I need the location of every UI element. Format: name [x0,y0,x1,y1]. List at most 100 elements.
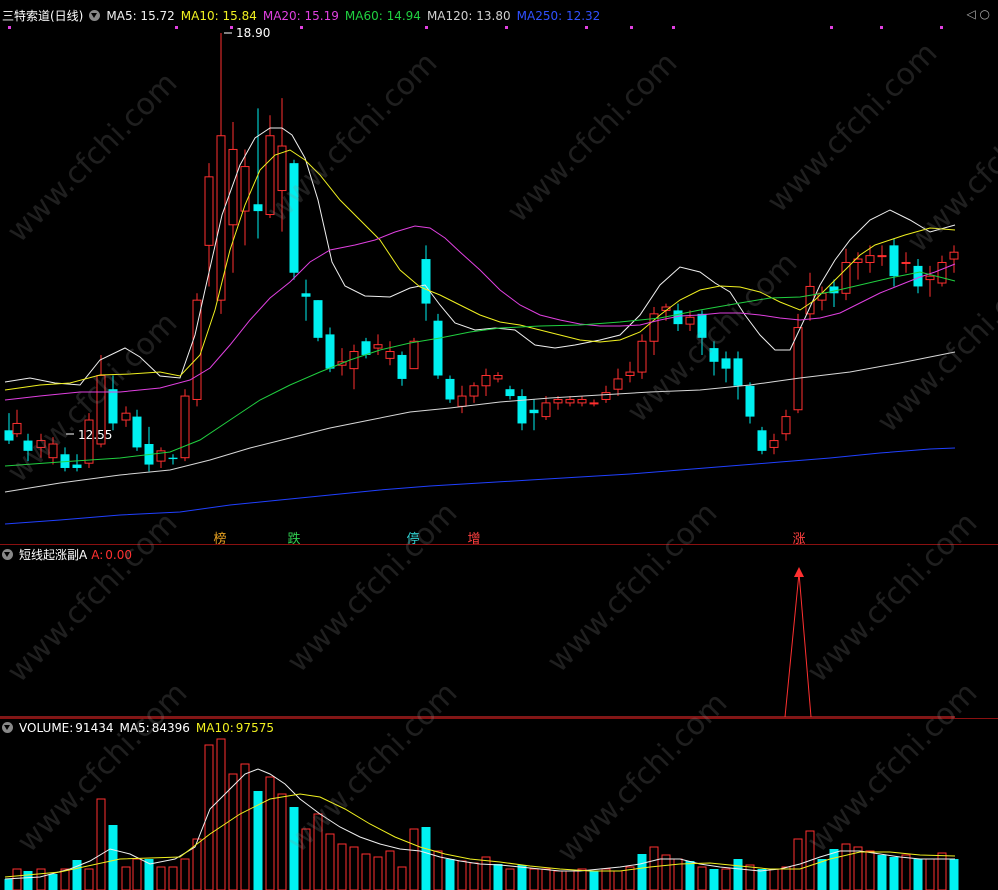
marker-dot [425,26,428,29]
volume-bar [481,856,491,890]
volume-bar [48,874,58,890]
candle [325,327,335,373]
volume-bar [12,868,22,890]
candle [865,245,875,273]
candle [481,368,491,397]
volume-bar [865,850,875,890]
volume-bar [781,866,791,890]
volume-bar [121,866,131,890]
candle [4,413,14,444]
candle [301,279,311,321]
candle [433,313,443,379]
candle [121,406,131,427]
candle [949,245,959,273]
volume-bar [505,868,515,890]
candle [733,351,743,400]
volume-bar [397,866,407,890]
candle [493,372,503,383]
candle [385,341,395,366]
marker-dot [8,26,11,29]
candle [565,396,575,407]
volume-bar [493,864,503,890]
candle [421,245,431,321]
marker-dot [672,26,675,29]
volume-bar [913,859,923,890]
candle [925,265,935,297]
candle [72,454,82,472]
candle [637,334,647,379]
candle [445,375,455,403]
candle [192,293,202,407]
candle [589,399,599,407]
volume-bar [829,849,839,890]
candle [793,313,803,414]
high-price-label: 18.90 [236,26,270,40]
volume-bar [637,854,647,890]
volume-bar [445,859,455,890]
candle [625,361,635,383]
candle [685,310,695,331]
volume-bar [565,870,575,890]
volume-bar [769,868,779,890]
volume-bar [817,859,827,890]
candle [529,399,539,431]
volume-bar [517,865,527,890]
candle [769,433,779,455]
volume-bar [601,868,611,890]
volume-bar [745,864,755,890]
candle [745,382,755,424]
candle [901,252,911,273]
volume-bar [613,870,623,890]
indicator-spike [784,572,812,718]
candle [457,385,467,414]
volume-bar [925,858,935,890]
candle [313,300,323,342]
signal-marker: 跌 [287,531,300,545]
volume-bar [228,773,238,890]
volume-bar [697,866,707,890]
candle [649,307,659,355]
volume-bar [553,870,563,890]
candle [577,396,587,407]
volume-bar [685,861,695,890]
candle [757,426,767,455]
candle [349,344,359,390]
marker-dot [230,26,233,29]
volume-bar [240,763,250,890]
volume-bar [709,869,719,890]
candle [613,368,623,397]
volume-bar [589,871,599,890]
volume-bar [180,858,190,890]
signal-arrow-icon [794,567,804,577]
marker-dot [830,26,833,29]
volume-bar [108,825,118,890]
marker-dot [940,26,943,29]
candle [889,238,899,287]
volume-bar [373,856,383,890]
marker-dot [630,26,633,29]
volume-bar [889,857,899,890]
volume-bar [96,798,106,890]
volume-bar [4,879,14,890]
volume-bar [216,738,226,890]
volume-bar [409,828,419,890]
volume-bar [337,843,347,890]
volume-bar [721,868,731,890]
candle [469,382,479,403]
marker-dot [880,26,883,29]
volume-bar [84,868,94,890]
volume-bar [469,862,479,890]
candle [132,409,142,451]
volume-bar [277,793,287,890]
candle [144,426,154,472]
candle [204,163,214,287]
volume-bar [949,859,959,890]
volume-bar [385,850,395,890]
candle [397,351,407,386]
volume-bar [23,871,33,890]
signal-marker: 榜 [213,531,226,545]
volume-bar [577,868,587,890]
volume-bar [457,860,467,890]
candle [937,255,947,287]
candle [541,396,551,421]
